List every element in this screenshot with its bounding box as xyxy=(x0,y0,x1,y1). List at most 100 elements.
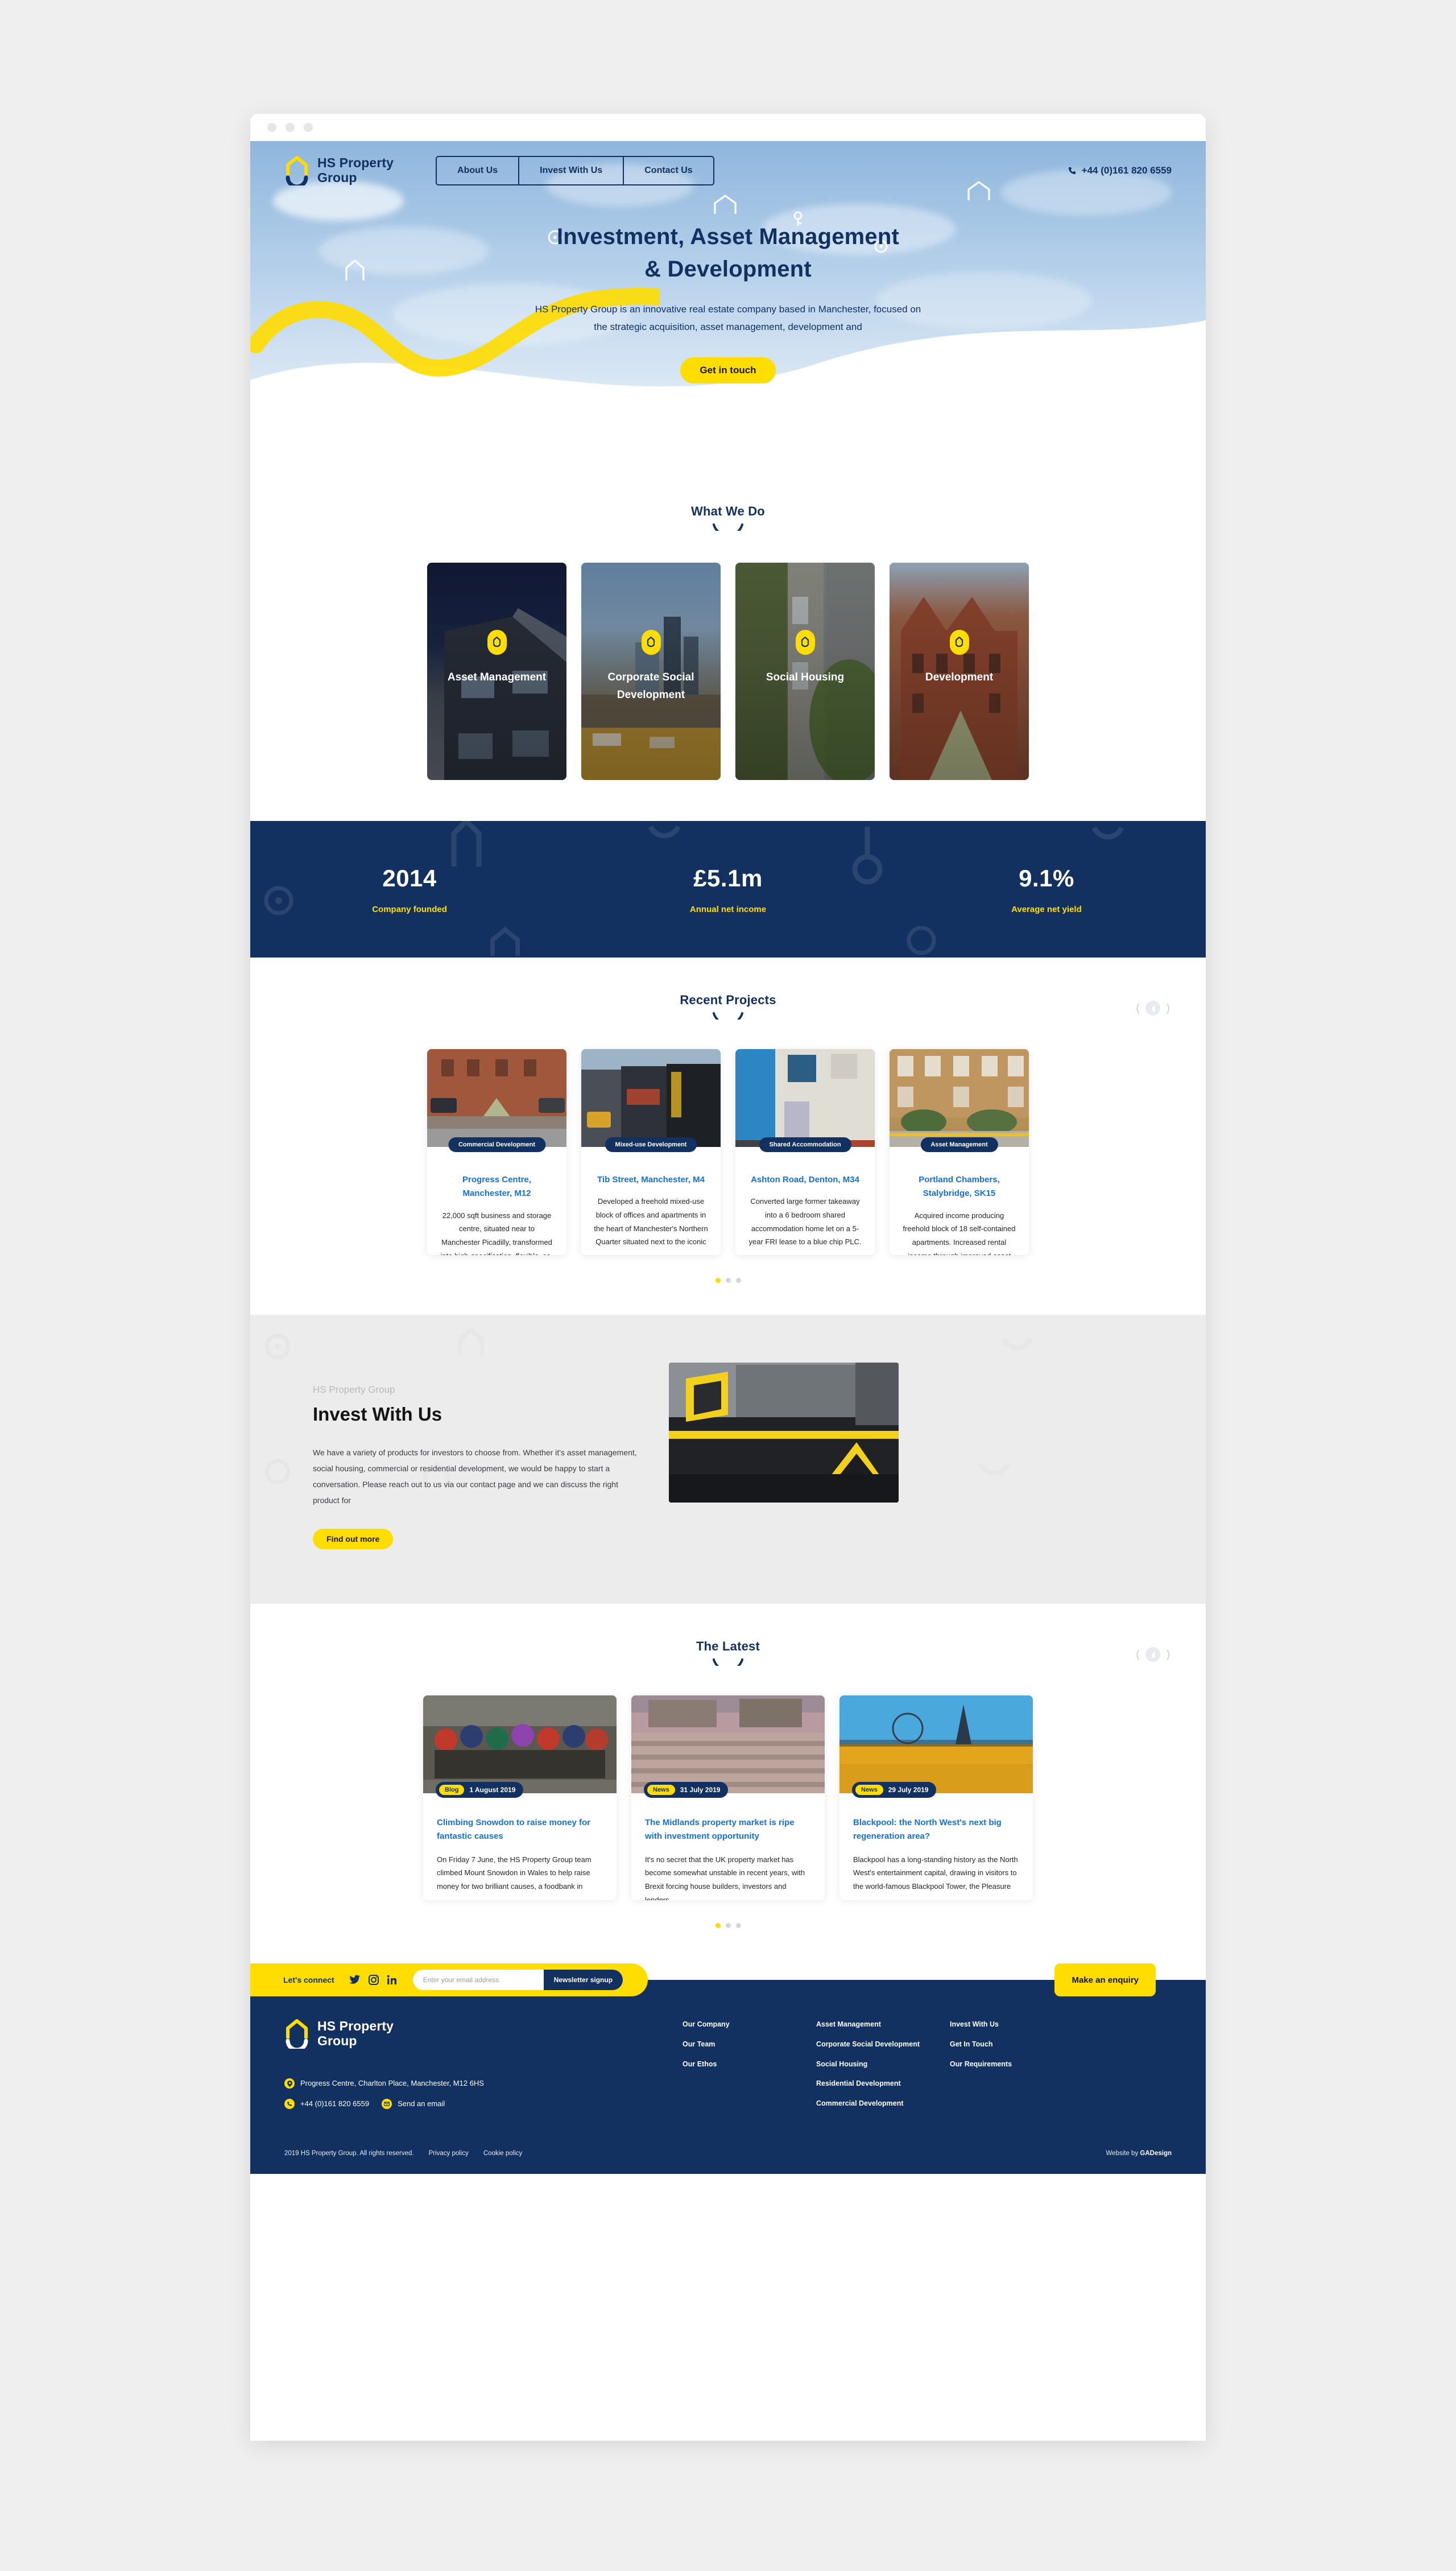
footer-link-our-requirements[interactable]: Our Requirements xyxy=(950,2059,1061,2070)
footer-link-our-team[interactable]: Our Team xyxy=(682,2039,793,2050)
make-an-enquiry-button[interactable]: Make an enquiry xyxy=(1054,1963,1156,1996)
news-card[interactable]: Blog 1 August 2019 Climbing Snowdon to r… xyxy=(423,1695,617,1900)
news-kind-badge: News xyxy=(647,1785,675,1795)
carousel-pause-button[interactable] xyxy=(1145,1647,1161,1662)
service-card-title: Asset Management xyxy=(447,671,547,683)
nav-item-contact-us[interactable]: Contact Us xyxy=(624,157,713,184)
chevron-left-icon[interactable]: ⟨ xyxy=(1135,1648,1140,1662)
house-badge-icon xyxy=(795,630,815,655)
hero-section: HS Property Group About Us Invest With U… xyxy=(250,141,1206,460)
carousel-pause-button[interactable] xyxy=(1145,1001,1161,1016)
page-content: HS Property Group About Us Invest With U… xyxy=(250,141,1206,2174)
news-excerpt: On Friday 7 June, the HS Property Group … xyxy=(437,1855,592,1891)
newsletter-signup-button[interactable]: Newsletter signup xyxy=(543,1970,623,1990)
project-description: Converted large former takeaway into a 6… xyxy=(748,1197,862,1247)
news-title[interactable]: Climbing Snowdon to raise money for fant… xyxy=(437,1816,603,1844)
carousel-dot-1[interactable] xyxy=(715,1278,721,1283)
chevron-right-icon[interactable]: ⟩ xyxy=(1166,1001,1170,1016)
carousel-dot-3[interactable] xyxy=(735,1278,741,1283)
project-tag: Commercial Development xyxy=(448,1137,546,1152)
instagram-icon[interactable] xyxy=(368,1975,379,1985)
window-minimize-dot[interactable] xyxy=(286,123,295,132)
project-card[interactable]: Mixed-use Development Tib Street, Manche… xyxy=(581,1049,721,1255)
footer-column-company: Our Company Our Team Our Ethos xyxy=(682,2019,793,2118)
footer-link-corporate-social-development[interactable]: Corporate Social Development xyxy=(816,2039,927,2050)
chevron-right-icon[interactable]: ⟩ xyxy=(1166,1648,1170,1662)
find-out-more-button[interactable]: Find out more xyxy=(313,1529,394,1549)
project-card[interactable]: Commercial Development Progress Centre, … xyxy=(427,1049,566,1255)
what-we-do-heading-block: What We Do xyxy=(250,504,1206,531)
news-card[interactable]: News 29 July 2019 Blackpool: the North W… xyxy=(839,1695,1033,1900)
footer-link-invest-with-us[interactable]: Invest With Us xyxy=(950,2019,1061,2030)
hs-house-logo-icon xyxy=(286,156,308,185)
newsletter-form: Newsletter signup xyxy=(412,1970,623,1990)
nav-item-about-us[interactable]: About Us xyxy=(437,157,520,184)
stat-value: 2014 xyxy=(382,864,437,892)
news-title[interactable]: Blackpool: the North West's next big reg… xyxy=(853,1816,1019,1844)
project-title[interactable]: Progress Centre, Manchester, M12 xyxy=(440,1173,554,1201)
twitter-icon[interactable] xyxy=(349,1975,361,1985)
footer-logo[interactable]: HS Property Group xyxy=(284,2019,660,2049)
the-latest-section: The Latest ⟨ ⟩ Blog 1 August 2019 Climbi… xyxy=(250,1604,1206,1960)
news-image xyxy=(423,1695,617,1793)
carousel-dot-2[interactable] xyxy=(725,1278,731,1283)
get-in-touch-button[interactable]: Get in touch xyxy=(680,357,776,384)
window-maximize-dot[interactable] xyxy=(304,123,313,132)
nav-item-invest-with-us[interactable]: Invest With Us xyxy=(519,157,624,184)
footer-link-our-company[interactable]: Our Company xyxy=(682,2019,793,2030)
newsletter-email-input[interactable] xyxy=(412,1970,544,1990)
footer-link-cookie-policy[interactable]: Cookie policy xyxy=(483,2150,522,2157)
invest-with-us-content: HS Property Group Invest With Us We have… xyxy=(250,1363,1206,1549)
footer-address: Progress Centre, Charlton Place, Manches… xyxy=(300,2079,484,2087)
project-card[interactable]: Shared Accommodation Ashton Road, Denton… xyxy=(735,1049,875,1255)
news-title[interactable]: The Midlands property market is ripe wit… xyxy=(645,1816,811,1844)
carousel-dot-3[interactable] xyxy=(735,1923,741,1928)
footer-phone-group[interactable]: +44 (0)161 820 6559 xyxy=(284,2097,369,2111)
stat-label: Average net yield xyxy=(1011,904,1082,914)
footer-link-get-in-touch[interactable]: Get In Touch xyxy=(950,2039,1061,2050)
news-card[interactable]: News 31 July 2019 The Midlands property … xyxy=(631,1695,825,1900)
news-body: Blackpool: the North West's next big reg… xyxy=(839,1793,1033,1900)
project-card[interactable]: Asset Management Portland Chambers, Stal… xyxy=(890,1049,1029,1255)
footer-link-asset-management[interactable]: Asset Management xyxy=(816,2019,927,2030)
phone-icon xyxy=(284,2099,295,2109)
header-phone[interactable]: +44 (0)161 820 6559 xyxy=(1068,165,1172,176)
smile-icon xyxy=(648,826,680,839)
the-latest-heading-block: The Latest xyxy=(250,1639,1206,1666)
house-outline-icon xyxy=(457,1327,485,1355)
chevron-left-icon[interactable]: ⟨ xyxy=(1135,1001,1140,1016)
site-logo[interactable]: HS Property Group xyxy=(284,155,394,185)
footer-link-our-ethos[interactable]: Our Ethos xyxy=(682,2059,793,2070)
linkedin-icon[interactable] xyxy=(387,1975,397,1985)
logo-line-2: Group xyxy=(317,170,357,185)
carousel-dot-2[interactable] xyxy=(725,1923,731,1928)
news-tag: News 31 July 2019 xyxy=(644,1782,729,1798)
service-card-social-housing[interactable]: Social Housing xyxy=(735,563,875,780)
footer-row: HS Property Group Progress Centre, Charl… xyxy=(284,2019,1172,2118)
service-card-development[interactable]: Development xyxy=(890,563,1029,780)
house-badge-icon xyxy=(641,630,661,655)
footer-email-group[interactable]: Send an email xyxy=(382,2097,445,2111)
project-title[interactable]: Ashton Road, Denton, M34 xyxy=(748,1173,862,1187)
service-card-corporate-social-development[interactable]: Corporate Social Development xyxy=(581,563,721,780)
footer-link-privacy-policy[interactable]: Privacy policy xyxy=(429,2150,469,2157)
footer-link-commercial-development[interactable]: Commercial Development xyxy=(816,2098,927,2109)
stats-band: 2014 Company founded £5.1m Annual net in… xyxy=(250,821,1206,958)
circle-dot-icon xyxy=(907,926,936,955)
project-title[interactable]: Portland Chambers, Stalybridge, SK15 xyxy=(902,1173,1016,1201)
location-pin-icon xyxy=(284,2078,295,2089)
recent-projects-heading-block: Recent Projects xyxy=(250,993,1206,1020)
site-footer: HS Property Group Progress Centre, Charl… xyxy=(250,2000,1206,2174)
footer-link-social-housing[interactable]: Social Housing xyxy=(816,2059,927,2070)
news-tag: Blog 1 August 2019 xyxy=(436,1782,524,1798)
lets-connect-label: Let's connect xyxy=(283,1975,334,1984)
footer-credit-name[interactable]: GADesign xyxy=(1140,2150,1172,2157)
window-close-dot[interactable] xyxy=(267,123,276,132)
news-image xyxy=(631,1695,825,1793)
carousel-dot-1[interactable] xyxy=(715,1923,721,1928)
project-title[interactable]: Tib Street, Manchester, M4 xyxy=(594,1173,708,1187)
news-date: 29 July 2019 xyxy=(888,1786,929,1794)
footer-link-residential-development[interactable]: Residential Development xyxy=(816,2078,927,2089)
service-card-asset-management[interactable]: Asset Management xyxy=(427,563,566,780)
browser-window: HS Property Group About Us Invest With U… xyxy=(250,114,1206,2441)
